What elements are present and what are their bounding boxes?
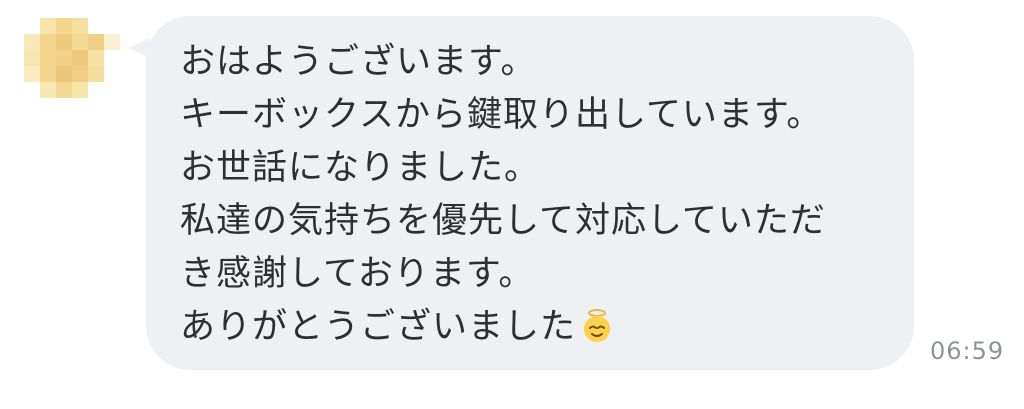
message-line: お世話になりました。 (180, 148, 541, 188)
message-line: き感謝しております。 (180, 254, 535, 294)
face-with-halo-icon (578, 306, 616, 360)
message-line: キーボックスから鍵取り出しています。 (180, 95, 823, 135)
message-line: 私達の気持ちを優先して対応していただ (180, 201, 826, 241)
chat-message-row: おはようございます。 キーボックスから鍵取り出しています。 お世話になりました。… (0, 0, 1024, 409)
message-last-line: ありがとうございました (180, 301, 884, 360)
avatar[interactable] (24, 18, 120, 114)
message-line: おはようございます。 (180, 42, 537, 82)
message-line: ありがとうございました (180, 307, 577, 347)
message-timestamp: 06:59 (930, 337, 1005, 365)
message-bubble[interactable]: おはようございます。 キーボックスから鍵取り出しています。 お世話になりました。… (146, 16, 914, 370)
